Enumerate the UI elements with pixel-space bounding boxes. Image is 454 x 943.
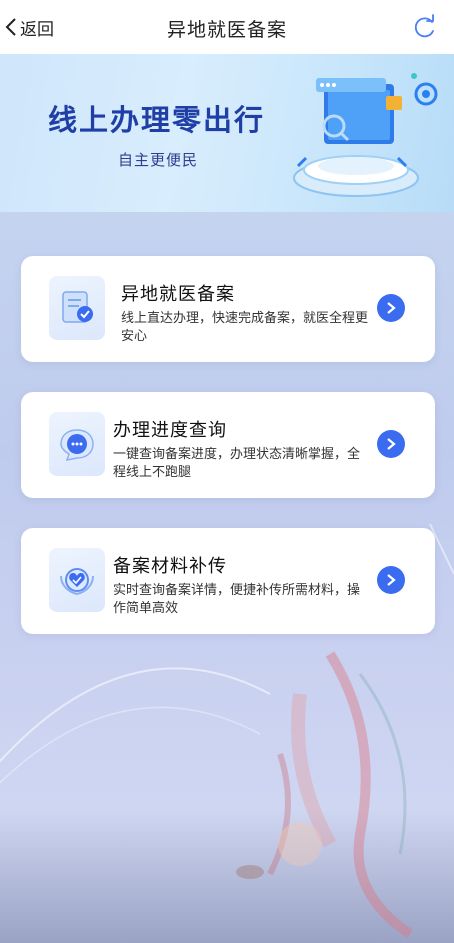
page-title: 异地就医备案	[166, 19, 287, 41]
refresh-icon[interactable]	[412, 14, 438, 40]
chevron-right-icon	[387, 438, 396, 450]
card-title: 办理进度查询	[113, 420, 227, 441]
arrow-right-button[interactable]	[377, 430, 405, 458]
arrow-right-button[interactable]	[377, 294, 405, 322]
card-title: 异地就医备案	[121, 284, 235, 305]
banner-title: 线上办理零出行	[48, 103, 266, 137]
chevron-right-icon	[387, 574, 396, 586]
top-nav-bar: 返回 异地就医备案	[0, 0, 454, 54]
card-title: 备案材料补传	[113, 556, 227, 577]
card-description: 线上直达办理，快速完成备案，就医全程更安心	[121, 311, 369, 344]
arrow-right-button[interactable]	[377, 566, 405, 594]
chevron-right-icon	[387, 302, 396, 314]
document-check-icon	[49, 276, 105, 340]
heart-shield-icon	[49, 548, 105, 612]
main-content: 线上办理零出行 自主更便民 异地就医备案 线上直达办理，快速完成备案，就医全程更…	[0, 54, 454, 943]
card-remote-medical-filing[interactable]: 异地就医备案 线上直达办理，快速完成备案，就医全程更安心	[21, 256, 435, 362]
banner-subtitle: 自主更便民	[118, 151, 199, 169]
card-description: 实时查询备案详情，便捷补传所需材料，操作简单高效	[113, 583, 361, 616]
computer-illustration-icon	[293, 73, 438, 197]
hero-banner: 线上办理零出行 自主更便民	[0, 54, 454, 212]
card-progress-query[interactable]: 办理进度查询 一键查询备案进度，办理状态清晰掌握，全程线上不跑腿	[21, 392, 435, 498]
chat-bubble-icon	[49, 412, 105, 476]
card-material-supplement[interactable]: 备案材料补传 实时查询备案详情，便捷补传所需材料，操作简单高效	[21, 528, 435, 634]
card-description: 一键查询备案进度，办理状态清晰掌握，全程线上不跑腿	[113, 447, 361, 480]
